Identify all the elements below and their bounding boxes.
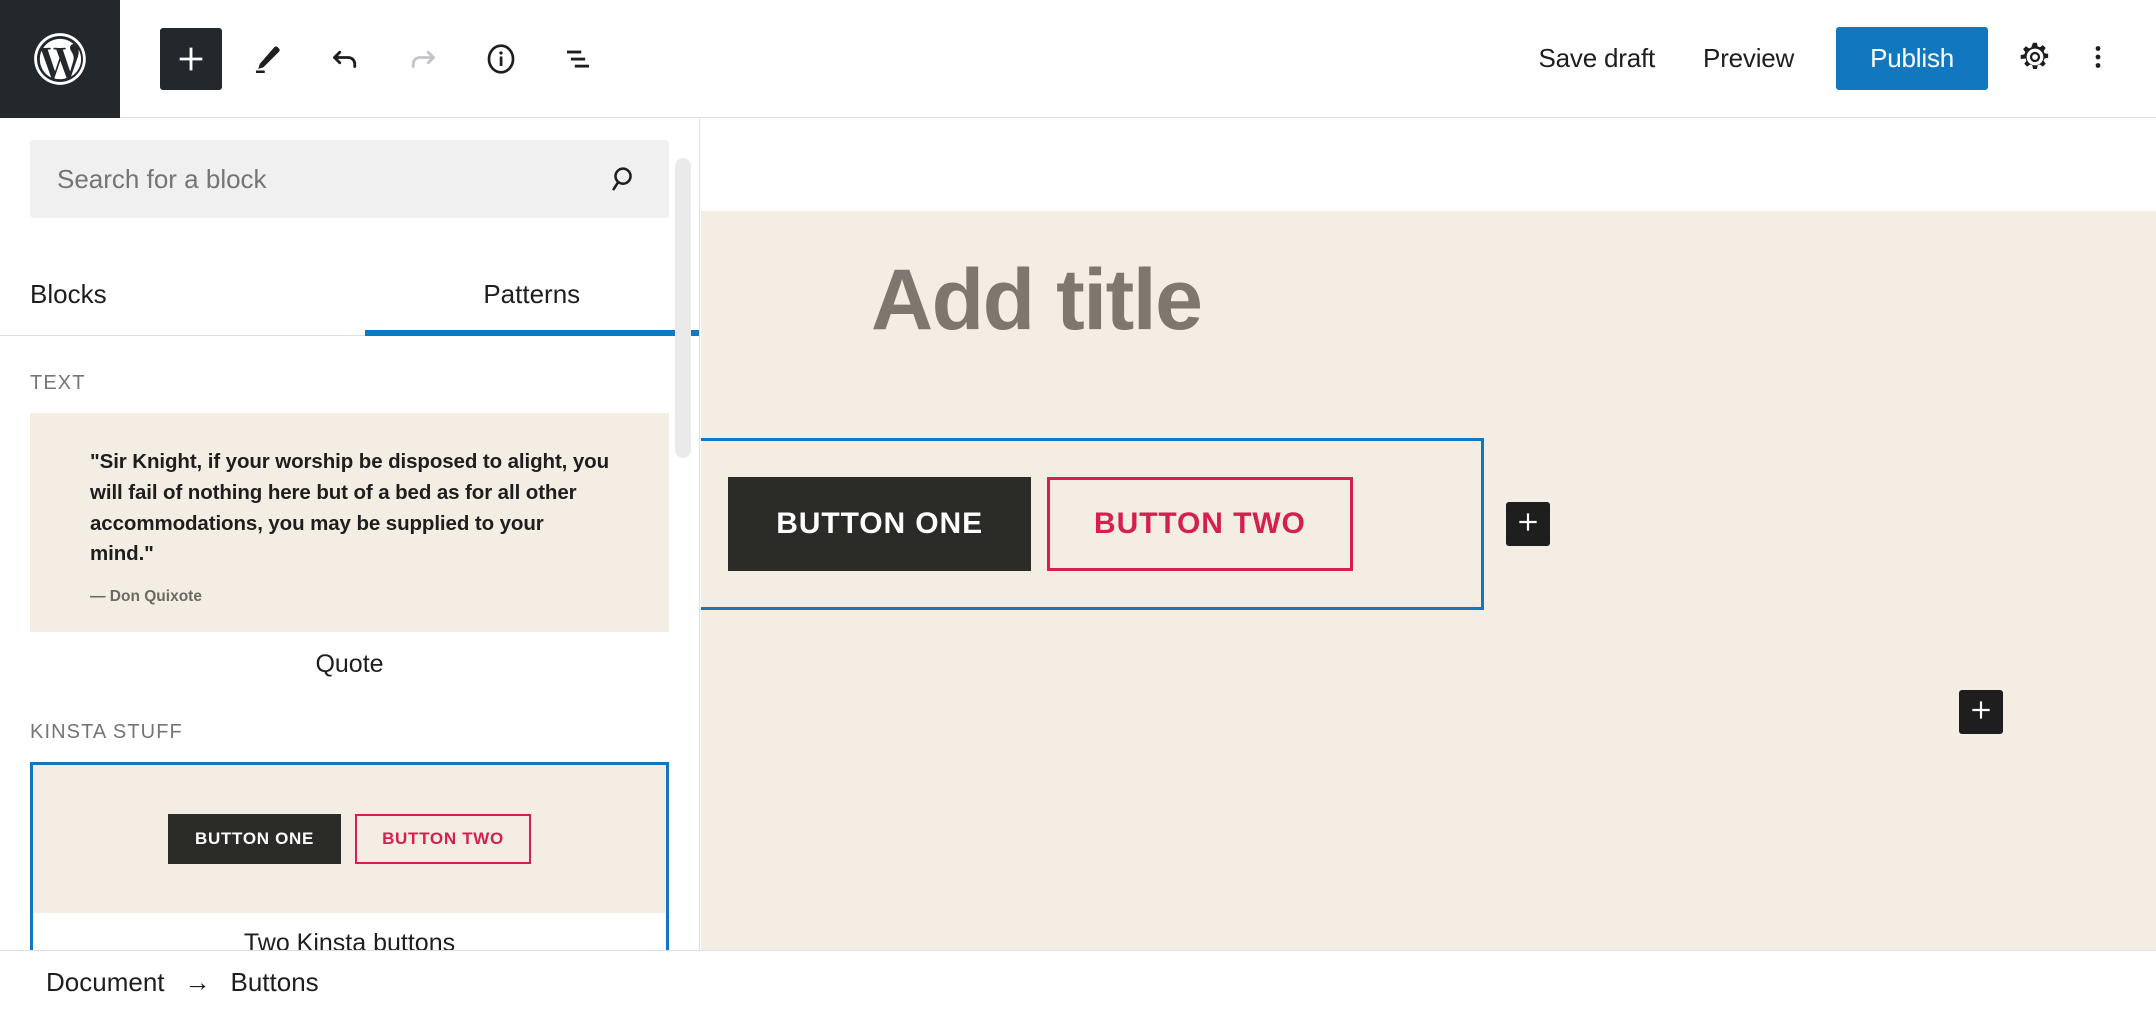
inline-block-appender[interactable] <box>1506 502 1550 546</box>
wordpress-logo-icon <box>29 28 91 90</box>
list-view-button[interactable] <box>546 26 612 92</box>
quote-pattern-text: "Sir Knight, if your worship be disposed… <box>90 447 609 570</box>
selected-buttons-block[interactable]: BUTTON ONE BUTTON TWO <box>701 438 1484 610</box>
pattern-preview-button-one: BUTTON ONE <box>168 814 341 864</box>
pencil-icon <box>250 42 284 76</box>
more-options-button[interactable] <box>2076 28 2120 90</box>
publish-button[interactable]: Publish <box>1836 27 1988 90</box>
pattern-item-two-kinsta-buttons[interactable]: BUTTON ONE BUTTON TWO Two Kinsta buttons <box>30 762 669 976</box>
section-title-kinsta-stuff: KINSTA STUFF <box>0 685 699 762</box>
quote-pattern-preview: "Sir Knight, if your worship be disposed… <box>30 413 669 632</box>
add-block-button[interactable] <box>160 28 222 90</box>
breadcrumb-separator-icon: → <box>175 967 221 998</box>
tools-button[interactable] <box>234 26 300 92</box>
default-block-appender[interactable] <box>1959 690 2003 734</box>
block-row: BUTTON ONE BUTTON TWO <box>701 438 2156 610</box>
post-content-area: Add title BUTTON ONE BUTTON TWO <box>701 211 2156 976</box>
list-view-icon <box>561 41 597 77</box>
plus-icon <box>1968 697 1994 728</box>
editor-tools <box>120 26 612 92</box>
top-bar-actions: Save draft Preview Publish <box>1515 27 2156 90</box>
search-box[interactable] <box>30 140 669 218</box>
search-section <box>0 118 699 218</box>
undo-button[interactable] <box>312 26 378 92</box>
info-circle-icon <box>482 40 520 78</box>
wordpress-block-editor: Save draft Preview Publish <box>0 0 2156 1014</box>
inserter-tabs: Blocks Patterns <box>0 254 699 336</box>
breadcrumb-item-document[interactable]: Document <box>36 963 175 1002</box>
scrollbar-thumb[interactable] <box>675 158 691 458</box>
pattern-label-quote: Quote <box>30 632 669 685</box>
gear-icon <box>2018 40 2052 77</box>
search-icon <box>608 162 668 196</box>
search-input[interactable] <box>31 141 608 217</box>
breadcrumb-item-buttons[interactable]: Buttons <box>221 963 329 1002</box>
plus-icon <box>1515 509 1541 540</box>
tab-patterns[interactable]: Patterns <box>365 254 700 335</box>
inserter-scrollbar[interactable] <box>675 118 691 976</box>
quote-pattern-cite: — Don Quixote <box>90 588 609 606</box>
editor-top-bar: Save draft Preview Publish <box>0 0 2156 118</box>
redo-arrow-icon <box>405 41 441 77</box>
wordpress-logo-button[interactable] <box>0 0 120 118</box>
post-title-placeholder[interactable]: Add title <box>701 211 2156 350</box>
save-draft-button[interactable]: Save draft <box>1515 29 1680 88</box>
editor-footer: Document → Buttons <box>0 950 2156 1014</box>
kinsta-pattern-preview: BUTTON ONE BUTTON TWO <box>33 765 666 913</box>
plus-icon <box>174 42 208 76</box>
breadcrumb: Document → Buttons <box>36 963 329 1002</box>
settings-button[interactable] <box>2004 28 2066 90</box>
details-button[interactable] <box>468 26 534 92</box>
undo-arrow-icon <box>327 41 363 77</box>
pattern-item-quote[interactable]: "Sir Knight, if your worship be disposed… <box>0 413 699 685</box>
block-inserter-panel: Blocks Patterns TEXT "Sir Knight, if you… <box>0 118 700 976</box>
canvas-button-one[interactable]: BUTTON ONE <box>728 477 1031 571</box>
canvas-button-two[interactable]: BUTTON TWO <box>1047 477 1353 571</box>
preview-button[interactable]: Preview <box>1679 29 1818 88</box>
editor-canvas[interactable]: Add title BUTTON ONE BUTTON TWO <box>701 118 2156 976</box>
pattern-preview-button-two: BUTTON TWO <box>355 814 531 864</box>
tab-blocks[interactable]: Blocks <box>0 254 365 335</box>
redo-button[interactable] <box>390 26 456 92</box>
more-vertical-icon <box>2084 40 2112 77</box>
section-title-text: TEXT <box>0 336 699 413</box>
